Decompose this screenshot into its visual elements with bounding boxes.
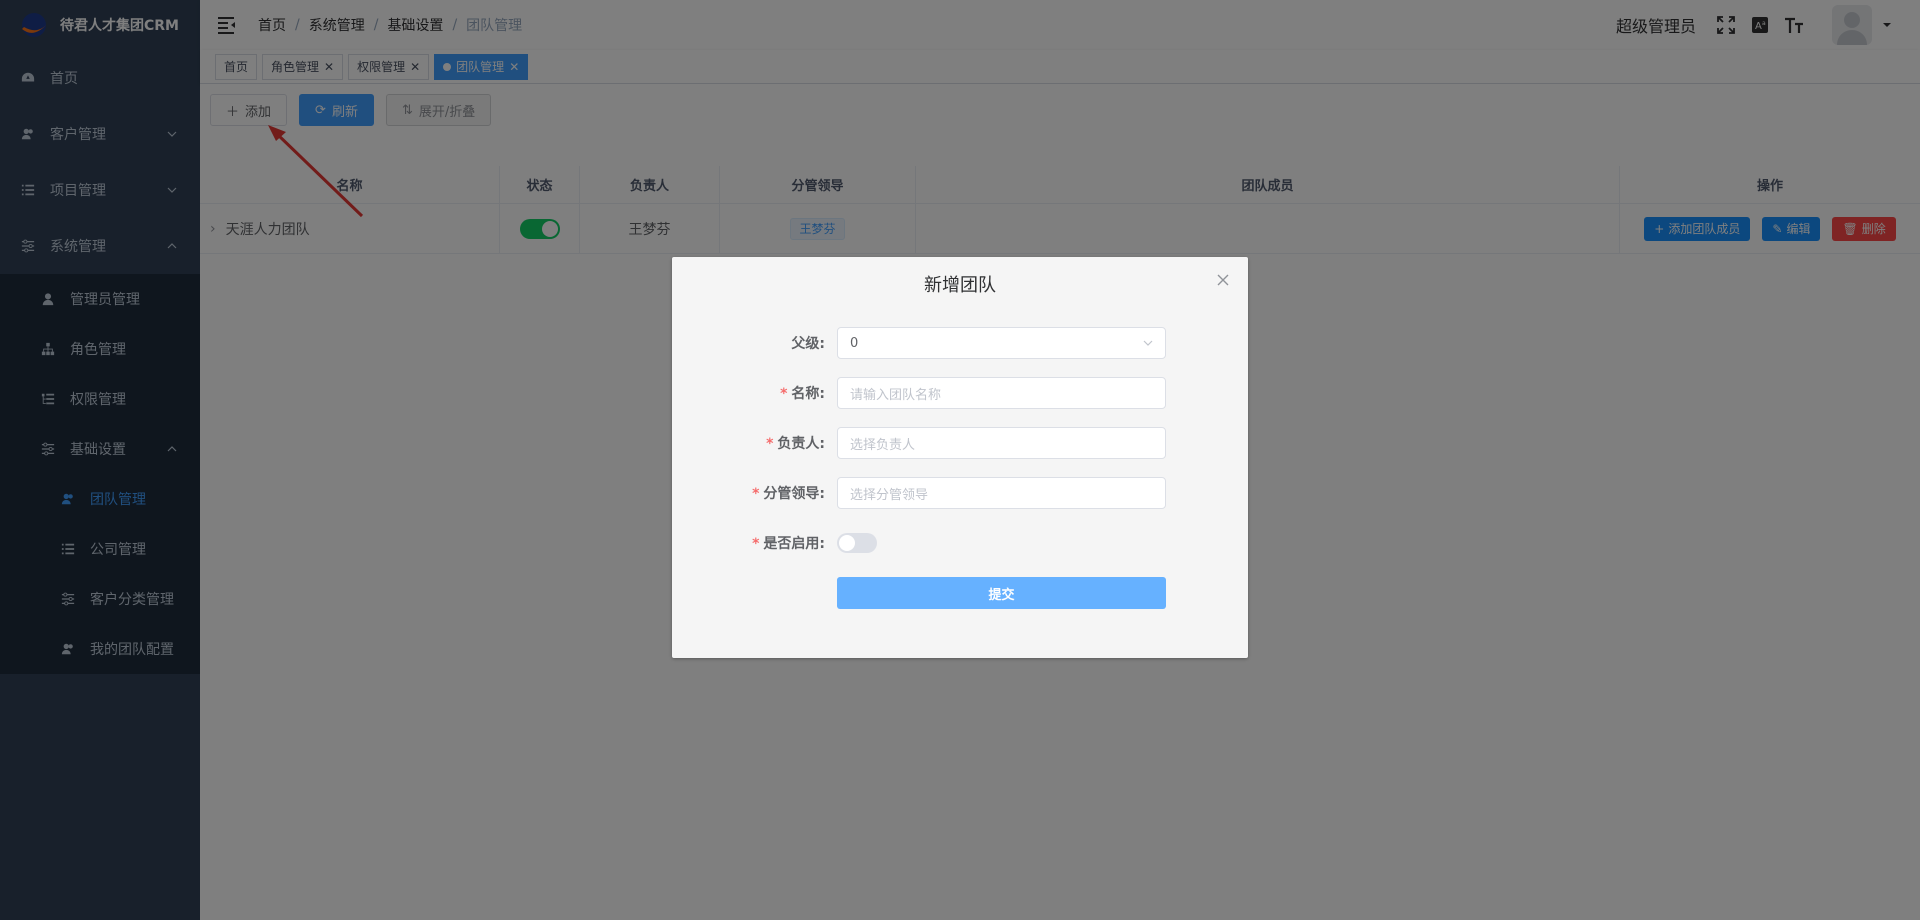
- parent-label: 父级:: [791, 336, 825, 352]
- form-row-parent: 父级: 0: [672, 327, 1166, 359]
- close-icon[interactable]: [1216, 273, 1230, 287]
- form-row-manager: * 分管领导: 选择分管领导: [672, 477, 1166, 509]
- chevron-down-icon: [1143, 340, 1153, 346]
- form-row-leader: * 负责人: 选择负责人: [672, 427, 1166, 459]
- form-row-name: * 名称: 请输入团队名称: [672, 377, 1166, 409]
- name-input[interactable]: 请输入团队名称: [837, 377, 1166, 409]
- manager-placeholder: 选择分管领导: [850, 487, 929, 503]
- submit-button[interactable]: 提交: [837, 577, 1166, 609]
- parent-value: 0: [850, 335, 859, 351]
- enabled-label: * 是否启用:: [752, 536, 825, 552]
- new-team-dialog: 新增团队 父级: 0 * 名称: 请输入团队名称 * 负责人: 选择负责人 * 分管领…: [672, 257, 1248, 658]
- manager-select[interactable]: 选择分管领导: [837, 477, 1166, 509]
- parent-select[interactable]: 0: [837, 327, 1166, 359]
- form-row-enabled: * 是否启用:: [672, 527, 877, 559]
- leader-label: * 负责人:: [766, 436, 825, 452]
- dialog-title: 新增团队: [924, 275, 996, 296]
- manager-label: * 分管领导:: [752, 486, 825, 502]
- enabled-switch[interactable]: [837, 533, 877, 553]
- leader-select[interactable]: 选择负责人: [837, 427, 1166, 459]
- name-label: * 名称:: [780, 386, 825, 402]
- name-placeholder: 请输入团队名称: [850, 387, 942, 403]
- leader-placeholder: 选择负责人: [850, 437, 916, 453]
